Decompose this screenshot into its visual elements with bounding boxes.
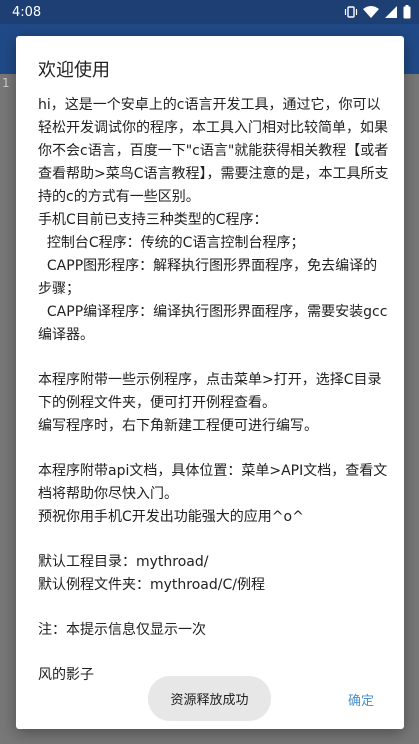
dialog-paragraph-note: 注：本提示信息仅显示一次: [38, 622, 206, 638]
toast-message: 资源释放成功: [148, 676, 271, 721]
status-time: 4:08: [12, 4, 42, 20]
dialog-paragraph-intro: hi，这是一个安卓上的c语言开发工具，通过它，你可以轻松开发调试你的程序，本工具…: [38, 97, 389, 343]
dialog-paragraph-api: 本程序附带api文档，具体位置：菜单>API文档，查看文档将帮助你尽快入门。 预…: [38, 463, 388, 525]
ok-button[interactable]: 确定: [346, 686, 376, 713]
welcome-dialog: 欢迎使用 hi，这是一个安卓上的c语言开发工具，通过它，你可以轻松开发调试你的程…: [16, 36, 404, 729]
dialog-paragraph-examples: 本程序附带一些示例程序，点击菜单>打开，选择C目录下的例程文件夹，便可打开例程查…: [38, 372, 382, 434]
battery-icon: [403, 5, 411, 19]
status-bar: 4:08: [0, 0, 419, 24]
signal-icon: [385, 6, 397, 18]
status-icons: [344, 5, 411, 19]
dialog-title: 欢迎使用: [38, 60, 110, 81]
wifi-icon: [363, 6, 379, 18]
dialog-message: hi，这是一个安卓上的c语言开发工具，通过它，你可以轻松开发调试你的程序，本工具…: [38, 94, 390, 687]
dialog-paragraph-directories: 默认工程目录：mythroad/ 默认例程文件夹：mythroad/C/例程: [38, 554, 265, 593]
vibrate-icon: [344, 6, 358, 18]
editor-line-number: 1: [2, 76, 10, 90]
